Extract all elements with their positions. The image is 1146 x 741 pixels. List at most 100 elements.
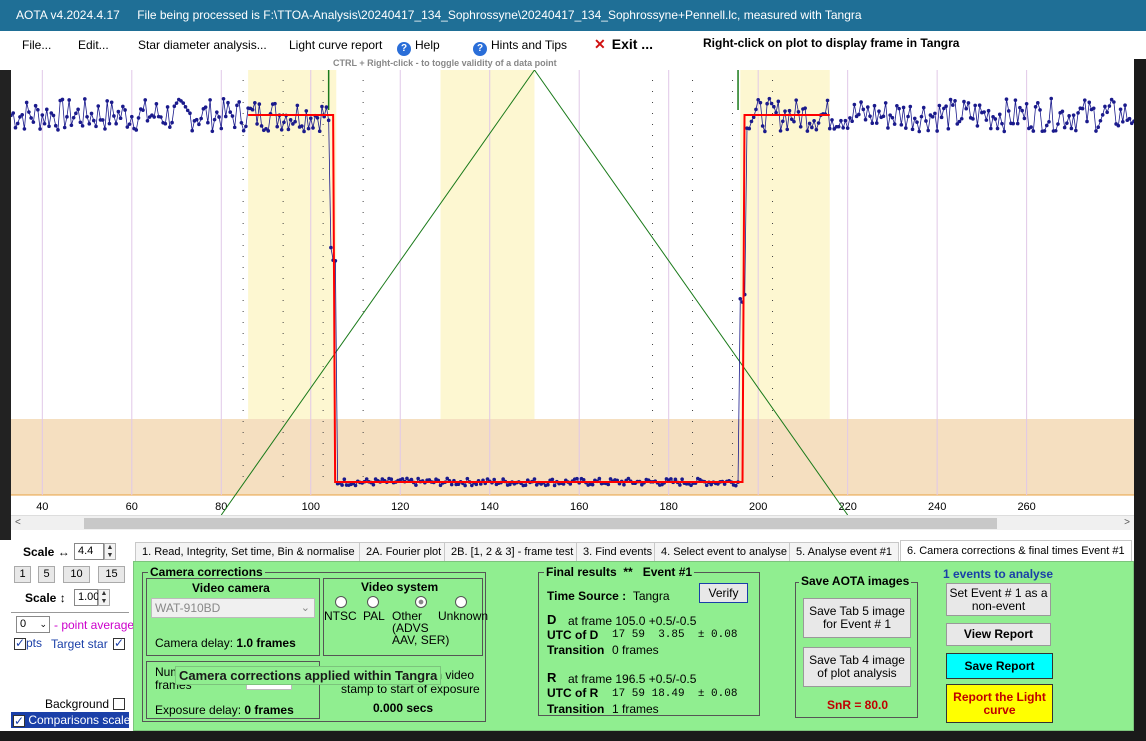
data-point: [995, 126, 1000, 131]
data-point: [1006, 109, 1011, 113]
data-point: [747, 126, 752, 131]
data-point: [71, 115, 76, 120]
data-point: [130, 114, 134, 119]
data-point: [295, 103, 300, 108]
view-report-button[interactable]: View Report: [946, 623, 1051, 646]
data-point: [678, 483, 682, 487]
data-point: [304, 109, 309, 113]
help-icon: ?: [397, 42, 411, 56]
report-light-curve-button[interactable]: Report the Light curve: [946, 684, 1053, 723]
scale-button-10[interactable]: 10: [63, 566, 90, 583]
menu-light-curve-report[interactable]: Light curve report: [289, 38, 382, 52]
menu-hints-tips[interactable]: ? Hints and Tips: [473, 38, 567, 56]
data-point: [973, 103, 977, 108]
camera-delay-value: 1.0 frames: [236, 636, 296, 650]
point-average-value: 0: [20, 618, 27, 630]
pts-checkbox[interactable]: [14, 636, 26, 650]
data-point: [53, 123, 58, 128]
menu-star-diameter[interactable]: Star diameter analysis...: [138, 38, 267, 52]
scale-vertical-spinner[interactable]: ▲ ▼: [98, 589, 110, 606]
plot-horizontal-scrollbar[interactable]: < >: [11, 515, 1134, 530]
save-report-button[interactable]: Save Report: [946, 653, 1053, 679]
data-point: [754, 107, 758, 112]
comparisons-scaled-checkbox[interactable]: [13, 713, 25, 728]
data-point: [103, 127, 107, 131]
data-point: [208, 98, 212, 102]
scale-horizontal-input[interactable]: 4.4: [74, 543, 104, 560]
exposure-delay-value: 0 frames: [244, 703, 294, 717]
exposure-delay-label: Exposure delay:: [155, 703, 242, 717]
data-point: [416, 476, 420, 481]
save-tab5-button[interactable]: Save Tab 5 image for Event # 1: [803, 598, 911, 638]
data-point: [852, 102, 857, 107]
scroll-left-arrow[interactable]: <: [15, 517, 21, 528]
data-point: [787, 108, 792, 113]
background-checkbox[interactable]: [113, 698, 125, 710]
data-point: [353, 483, 358, 488]
save-tab4-button[interactable]: Save Tab 4 image of plot analysis: [803, 647, 911, 687]
comparisons-scaled-row[interactable]: Comparisons scaled: [11, 712, 129, 728]
data-point: [937, 103, 942, 108]
tab-read-integrity[interactable]: 1. Read, Integrity, Set time, Bin & norm…: [135, 542, 362, 561]
data-point: [273, 101, 277, 106]
tab-analyse-event[interactable]: 5. Analyse event #1: [789, 542, 900, 561]
data-point: [933, 111, 937, 116]
scale-horizontal-spinner[interactable]: ▲ ▼: [104, 543, 116, 560]
data-point: [80, 124, 85, 128]
radio-pal[interactable]: [367, 596, 379, 608]
data-point: [24, 100, 29, 105]
scale-button-15[interactable]: 15: [98, 566, 125, 583]
data-point: [704, 483, 709, 488]
data-point: [465, 476, 470, 481]
plot-controls-panel: Scale ↔ 4.4 ▲ ▼ 1 5 10 15 Scale ↕ 1.00 ▲ ▼…: [11, 540, 134, 730]
tab-camera-corrections[interactable]: 6. Camera corrections & final times Even…: [900, 540, 1132, 561]
data-point: [792, 119, 796, 124]
data-point: [763, 129, 767, 134]
data-point: [780, 119, 785, 124]
set-non-event-button[interactable]: Set Event # 1 as a non-event: [946, 583, 1051, 616]
data-point: [168, 125, 172, 129]
menu-edit[interactable]: Edit...: [78, 38, 109, 52]
app-title: AOTA v4.2024.4.17: [16, 8, 120, 22]
data-point: [127, 122, 132, 126]
data-point: [857, 112, 861, 117]
scroll-right-arrow[interactable]: >: [1124, 517, 1130, 528]
menu-file[interactable]: File...: [22, 38, 51, 52]
scale-button-5[interactable]: 5: [38, 566, 55, 583]
data-point: [989, 126, 993, 131]
scale-vertical-input[interactable]: 1.00: [74, 589, 99, 606]
tab-strip: 1. Read, Integrity, Set time, Bin & norm…: [133, 540, 1133, 561]
data-point: [414, 483, 418, 487]
light-curve-svg[interactable]: 40 60 80 100 120 140 160 180 200 220 240 260: [11, 70, 1134, 515]
target-star-checkbox[interactable]: [113, 636, 125, 650]
menu-exit[interactable]: ✕ Exit ...: [594, 36, 653, 53]
data-point: [206, 120, 210, 125]
chevron-down-icon: ⌄: [39, 619, 47, 629]
light-curve-plot[interactable]: 40 60 80 100 120 140 160 180 200 220 240 260: [11, 70, 1134, 515]
tab-find-events[interactable]: 3. Find events: [576, 542, 660, 561]
data-point: [492, 477, 497, 482]
x-tick-label: 140: [481, 501, 499, 513]
radio-other[interactable]: [415, 596, 427, 608]
data-point: [324, 105, 329, 109]
data-point: [964, 106, 969, 111]
camera-model-select[interactable]: WAT-910BD ⌄: [151, 598, 315, 618]
data-point: [259, 124, 264, 128]
data-point: [389, 477, 394, 481]
data-point: [253, 100, 257, 105]
data-point: [13, 125, 18, 130]
menu-help[interactable]: ? Help: [397, 38, 440, 56]
scroll-thumb[interactable]: [84, 518, 997, 529]
tab-select-event[interactable]: 4. Select event to analyse: [654, 542, 794, 561]
radio-unknown[interactable]: [455, 596, 467, 608]
point-average-select[interactable]: 0 ⌄: [16, 616, 50, 633]
tab-frame-test[interactable]: 2B. [1, 2 & 3] - frame test: [444, 542, 581, 561]
tab-fourier-plot[interactable]: 2A. Fourier plot: [359, 542, 449, 561]
data-point: [237, 100, 241, 104]
radio-ntsc[interactable]: [335, 596, 347, 608]
data-point: [899, 123, 904, 127]
verify-button[interactable]: Verify: [699, 583, 748, 603]
data-point: [329, 245, 333, 250]
data-point: [843, 118, 848, 123]
scale-button-1[interactable]: 1: [14, 566, 31, 583]
